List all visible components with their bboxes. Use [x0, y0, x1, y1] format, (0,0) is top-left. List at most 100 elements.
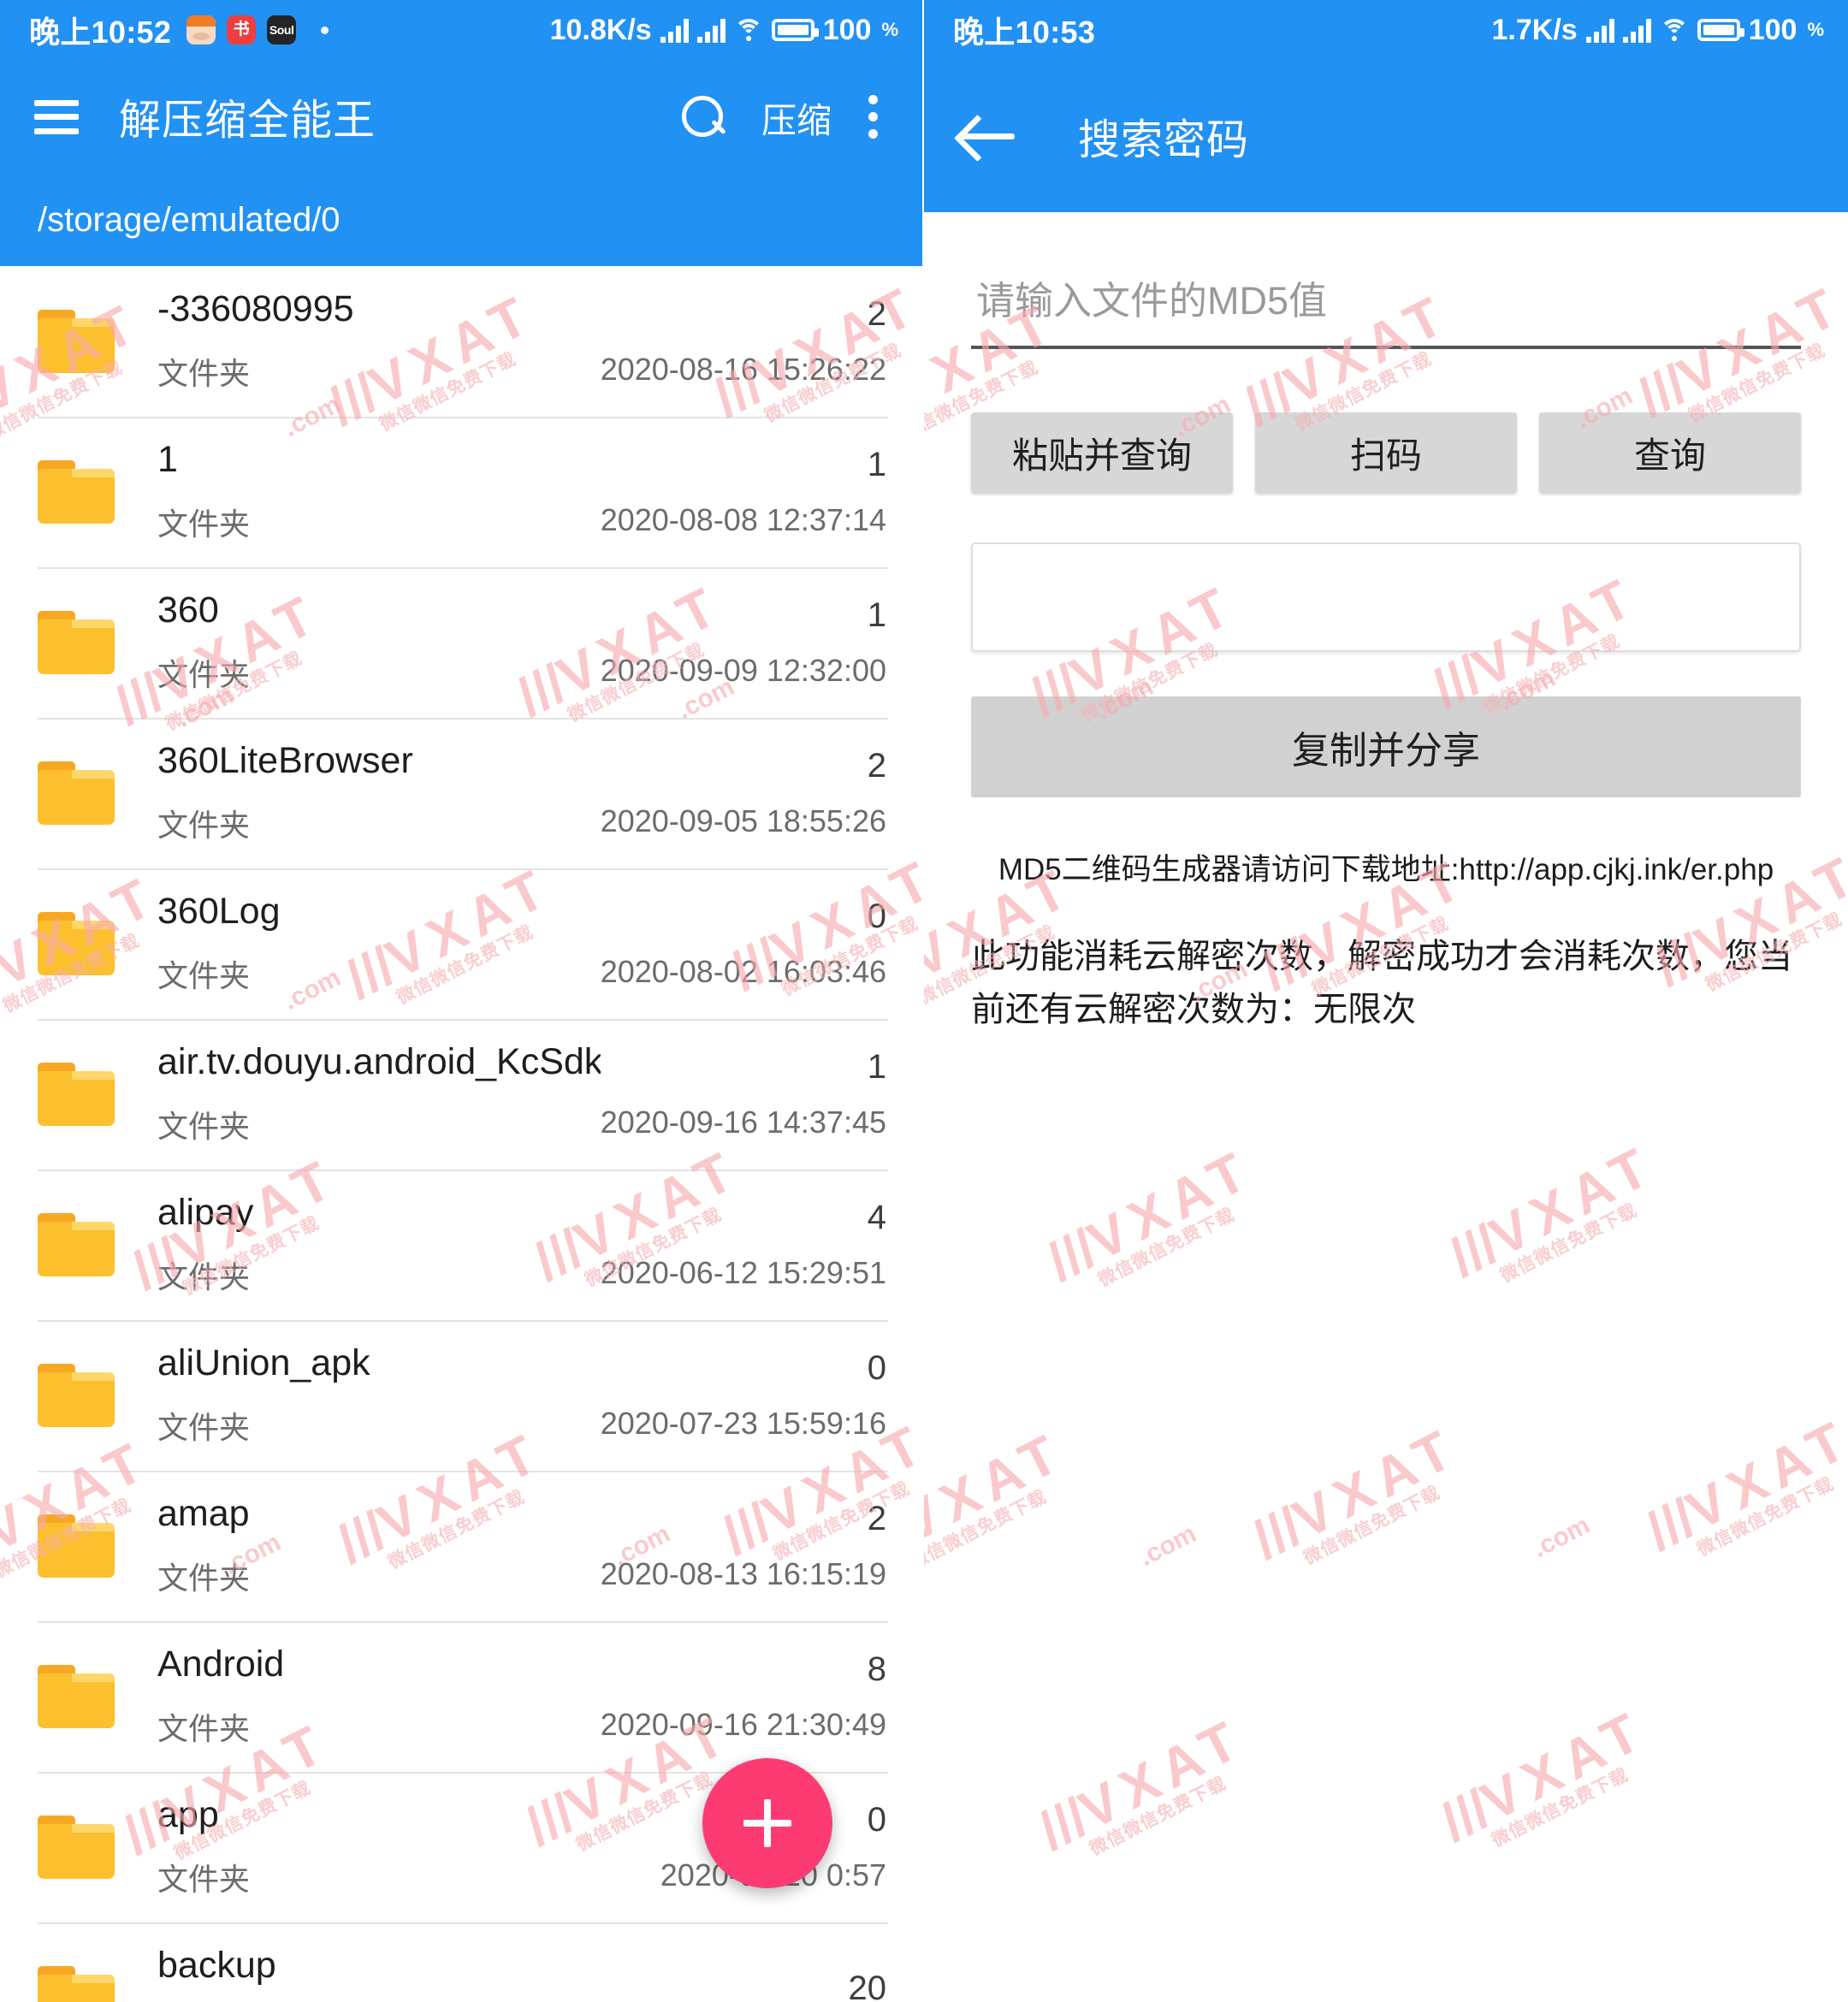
file-type: 文件夹	[157, 1108, 251, 1144]
page-title: 搜索密码	[1078, 116, 1250, 163]
file-count: 1	[867, 1048, 886, 1086]
file-type: 文件夹	[157, 506, 251, 542]
file-type: 文件夹	[157, 1259, 251, 1294]
add-button[interactable]	[702, 1758, 832, 1888]
password-search-screen: 晚上10:53 1.7K/s 100 % 搜索密码 粘贴并查询 扫码	[924, 0, 1848, 2002]
md5-field	[971, 279, 1801, 349]
scan-code-button[interactable]: 扫码	[1255, 412, 1517, 493]
folder-icon	[38, 1966, 115, 2002]
paste-and-query-button[interactable]: 粘贴并查询	[971, 412, 1233, 493]
file-type: 文件夹	[157, 807, 251, 843]
file-date: 2020-09-09 12:32:00	[600, 653, 886, 688]
app-bar-right: 搜索密码	[924, 60, 1848, 212]
file-name: 360	[157, 590, 219, 631]
app-title: 解压缩全能王	[119, 98, 376, 144]
wifi-icon	[1659, 18, 1689, 42]
battery-unit: %	[881, 19, 898, 40]
file-type: 文件夹	[157, 1409, 251, 1445]
file-count: 0	[867, 1349, 886, 1387]
file-count: 0	[867, 897, 886, 935]
table-row[interactable]: aliUnion_apk 文件夹 0 2020-07-23 15:59:16	[0, 1320, 922, 1471]
network-speed: 1.7K/s	[1491, 13, 1578, 46]
table-row[interactable]: 1 文件夹 1 2020-08-08 12:37:14	[0, 417, 922, 567]
table-row[interactable]: 360LiteBrowser 文件夹 2 2020-09-05 18:55:26	[0, 718, 922, 868]
hamburger-icon[interactable]	[34, 99, 79, 134]
overflow-menu-icon[interactable]	[849, 76, 897, 158]
more-notifications-dot	[321, 26, 329, 34]
file-type: 文件夹	[157, 656, 251, 692]
generator-hint: MD5二维码生成器请访问下载地址:http://app.cjkj.ink/er.…	[998, 853, 1774, 886]
input-underline	[971, 346, 1801, 349]
file-name: air.tv.douyu.android_KcSdk	[157, 1042, 601, 1083]
book-icon: 书	[227, 15, 257, 44]
file-name: -336080995	[157, 289, 354, 330]
md5-input[interactable]	[971, 279, 1801, 346]
file-date: 2020-08-16 15:26:22	[600, 352, 886, 387]
file-list[interactable]: -336080995 文件夹 2 2020-08-16 15:26:22 1 文…	[0, 266, 922, 2002]
folder-icon	[38, 460, 115, 524]
table-row[interactable]: 360Log 文件夹 0 2020-08-02 16:03:46	[0, 868, 922, 1019]
battery-level: 100	[1748, 13, 1798, 46]
signal-sim1-icon	[660, 17, 689, 43]
folder-icon	[38, 1063, 115, 1126]
password-search-form: 粘贴并查询 扫码 查询 复制并分享 MD5二维码生成器请访问下载地址:http:…	[924, 279, 1848, 1036]
table-row[interactable]: 360 文件夹 1 2020-09-09 12:32:00	[0, 567, 922, 718]
usage-note: 此功能消耗云解密次数，解密成功才会消耗次数，您当前还有云解密次数为：无限次	[971, 938, 1792, 1028]
folder-icon	[38, 761, 115, 825]
file-date: 2020-08-02 16:03:46	[600, 954, 886, 989]
app-bar-actions: 压缩	[662, 76, 897, 158]
breadcrumb[interactable]: /storage/emulated/0	[0, 174, 922, 266]
app-bar: 解压缩全能王 压缩	[0, 60, 922, 174]
status-right: 10.8K/s 100 %	[550, 14, 898, 47]
dual-screenshot: 晚上10:52 书 Soul 10.8K/s 100 % 解压缩全能王 压缩 /…	[0, 0, 1848, 2002]
wifi-icon	[733, 18, 763, 42]
back-arrow-icon[interactable]	[960, 114, 1016, 158]
folder-icon	[38, 1364, 115, 1427]
notification-icons: 书 Soul	[187, 15, 329, 44]
signal-sim1-icon	[1585, 17, 1614, 43]
signal-sim2-icon	[696, 17, 726, 43]
file-name: backup	[157, 1946, 276, 1987]
file-name: Android	[157, 1644, 285, 1685]
current-path: /storage/emulated/0	[38, 200, 341, 239]
battery-unit: %	[1807, 19, 1824, 40]
battery-icon	[1697, 19, 1744, 41]
table-row[interactable]: backup 文件夹 20	[0, 1922, 922, 2002]
file-count: 1	[867, 446, 886, 483]
copy-and-share-button[interactable]: 复制并分享	[971, 696, 1801, 797]
file-date: 2020-09-16 21:30:49	[600, 1707, 886, 1742]
compress-button[interactable]: 压缩	[744, 92, 849, 143]
status-time: 晚上10:53	[953, 15, 1096, 50]
file-name: app	[157, 1795, 219, 1836]
status-bar-right: 晚上10:53 1.7K/s 100 %	[924, 0, 1848, 60]
table-row[interactable]: Android 文件夹 8 2020-09-16 21:30:49	[0, 1621, 922, 1772]
file-name: amap	[157, 1494, 250, 1535]
file-name: aliUnion_apk	[157, 1343, 370, 1384]
file-type: 文件夹	[157, 957, 251, 993]
search-button[interactable]	[662, 76, 744, 158]
table-row[interactable]: air.tv.douyu.android_KcSdk 文件夹 1 2020-09…	[0, 1019, 922, 1170]
file-type: 文件夹	[157, 1560, 251, 1596]
file-name: 360LiteBrowser	[157, 741, 413, 782]
file-date: 2020-08-08 12:37:14	[600, 502, 886, 537]
file-count: 2	[867, 1500, 886, 1537]
file-name: alipay	[157, 1193, 254, 1234]
table-row[interactable]: -336080995 文件夹 2 2020-08-16 15:26:22	[0, 266, 922, 417]
file-count: 2	[867, 295, 886, 333]
signal-sim2-icon	[1622, 17, 1651, 43]
file-date: 2020-08-13 16:15:19	[600, 1556, 886, 1591]
query-button[interactable]: 查询	[1539, 412, 1801, 493]
table-row[interactable]: amap 文件夹 2 2020-08-13 16:15:19	[0, 1471, 922, 1621]
file-date: 2020-07-23 15:59:16	[600, 1406, 886, 1441]
file-date: 2020-06-12 15:29:51	[600, 1255, 886, 1290]
folder-icon	[38, 1514, 115, 1578]
file-date: 2020-09-05 18:55:26	[600, 803, 886, 838]
folder-icon	[38, 1665, 115, 1728]
plus-icon	[743, 1799, 791, 1847]
avatar-icon	[187, 15, 216, 44]
table-row[interactable]: alipay 文件夹 4 2020-06-12 15:29:51	[0, 1170, 922, 1320]
result-box[interactable]	[971, 542, 1801, 652]
file-count: 8	[867, 1650, 886, 1688]
file-date: 2020-09-16 14:37:45	[600, 1105, 886, 1140]
file-type: 文件夹	[157, 355, 251, 391]
